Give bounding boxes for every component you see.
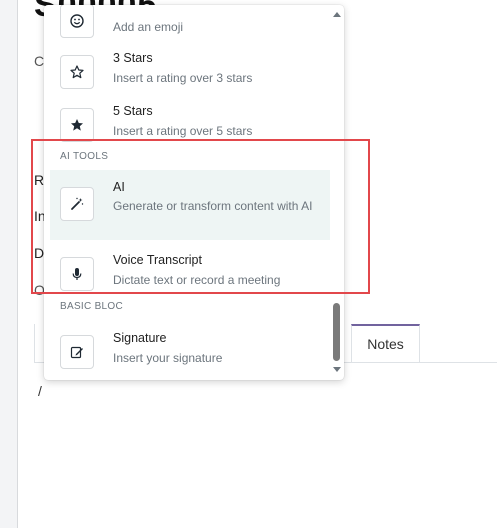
section-label-ai-tools: AI TOOLS xyxy=(60,151,109,162)
command-3-stars-description: Insert a rating over 3 stars xyxy=(113,71,253,85)
smile-icon xyxy=(60,5,94,38)
left-sidebar-strip xyxy=(0,0,18,528)
signature-icon xyxy=(60,335,94,369)
command-voice-transcript-description: Dictate text or record a meeting xyxy=(113,273,281,287)
star-filled-icon xyxy=(60,108,94,142)
section-label-basic-bloc: BASIC BLOC xyxy=(60,301,124,312)
tab-divider xyxy=(34,324,35,362)
command-signature[interactable]: Signature Insert your signature xyxy=(50,323,330,380)
command-5-stars-title: 5 Stars xyxy=(113,104,153,118)
magic-wand-icon xyxy=(60,187,94,221)
tab-notes[interactable]: Notes xyxy=(351,324,420,362)
command-voice-transcript[interactable]: Voice Transcript Dictate text or record … xyxy=(50,245,330,303)
command-3-stars-title: 3 Stars xyxy=(113,51,153,65)
command-signature-title: Signature xyxy=(113,331,167,345)
command-voice-transcript-title: Voice Transcript xyxy=(113,253,202,267)
star-outline-icon xyxy=(60,55,94,89)
command-3-stars[interactable]: 3 Stars Insert a rating over 3 stars xyxy=(50,43,330,101)
command-5-stars-description: Insert a rating over 5 stars xyxy=(113,124,253,138)
field-label-c: C xyxy=(34,53,45,69)
command-ai[interactable]: AI Generate or transform content with AI xyxy=(50,170,330,240)
field-label-r: R xyxy=(34,172,45,188)
command-signature-description: Insert your signature xyxy=(113,351,223,365)
command-ai-description: Generate or transform content with AI xyxy=(113,199,313,213)
microphone-icon xyxy=(60,257,94,291)
scroll-up-arrow-icon[interactable] xyxy=(333,12,341,17)
field-label-d: D xyxy=(34,245,45,261)
command-palette: Add an emoji 3 Stars Insert a rating ove… xyxy=(44,5,344,380)
scrollbar-thumb[interactable] xyxy=(333,303,340,361)
command-5-stars[interactable]: 5 Stars Insert a rating over 5 stars xyxy=(50,96,330,154)
command-emoji-description: Add an emoji xyxy=(113,20,184,34)
command-ai-title: AI xyxy=(113,180,125,194)
editor-command-text[interactable]: / xyxy=(38,383,42,399)
scroll-down-arrow-icon[interactable] xyxy=(333,367,341,372)
